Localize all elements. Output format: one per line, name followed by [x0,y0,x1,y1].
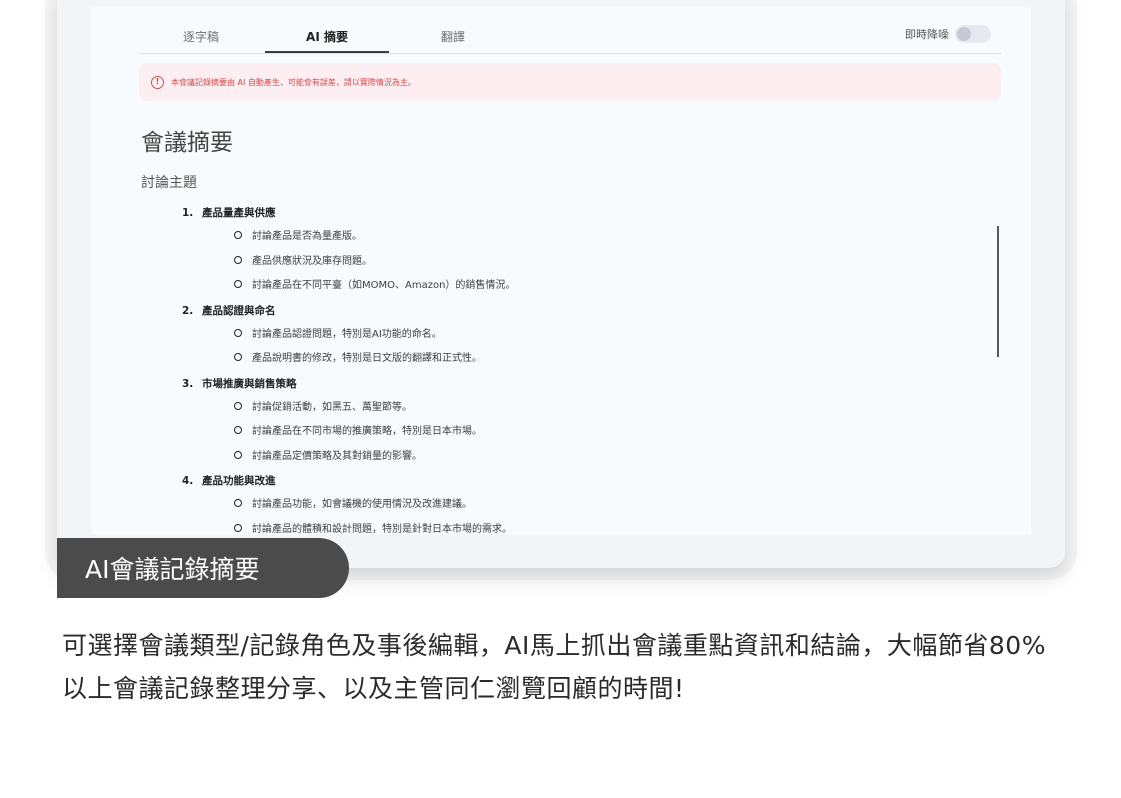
list-item: 產品供應狀況及庫存問題。 [182,250,942,275]
live-denoise-label: 即時降噪 [905,28,949,41]
list-item: 討論產品定價策略及其對銷量的影響。 [182,445,942,470]
bullet-icon [234,231,242,239]
list-item: 討論產品的體積和設計問題，特別是針對日本市場的需求。 [182,518,942,536]
list-item: 討論產品在不同市場的推廣策略，特別是日本市場。 [182,420,942,445]
bullet-icon [234,328,242,337]
feature-description: 可選擇會議類型/記錄角色及事後編輯，AI馬上抓出會議重點資訊和結論，大幅節省80… [62,631,1046,703]
topic-heading: 3. 市場推廣與銷售策略 [182,377,297,390]
tab-ai-summary[interactable]: AI 摘要 [265,28,389,45]
bullet-icon [234,450,242,459]
topic-heading: 1. 產品量產與供應 [182,207,276,219]
bullet-icon [234,499,242,507]
app-screen: 逐字稿 AI 摘要 翻譯 即時降噪 ! 本會議記錄摘要由 AI 自動產生，可能會… [91,6,1031,535]
tab-bar: 逐字稿 AI 摘要 翻譯 即時降噪 [139,6,1001,54]
summary-title: 會議摘要 [141,130,233,156]
section-label: 討論主題 [141,175,197,191]
bullet-icon [234,523,242,532]
promo-stage: 逐字稿 AI 摘要 翻譯 即時降噪 ! 本會議記錄摘要由 AI 自動產生，可能會… [0,0,1121,798]
exclamation-circle-icon: ! [151,75,164,89]
toggle-knob [957,27,971,41]
scrollbar[interactable] [997,226,999,357]
tab-transcript[interactable]: 逐字稿 [139,28,263,45]
topic-list: 1. 產品量產與供應 討論產品是否為量產版。 產品供應狀況及庫存問題。 討論產品在… [182,201,942,535]
live-denoise-toggle[interactable] [955,25,991,43]
bullet-icon [234,426,242,434]
topic-heading: 2. 產品認證與命名 [182,304,276,317]
tab-translate[interactable]: 翻譯 [391,28,515,45]
ai-disclaimer-notice: ! 本會議記錄摘要由 AI 自動產生，可能會有誤差，請以實際情況為主。 [139,63,1001,101]
list-item: 討論產品在不同平臺（如MOMO、Amazon）的銷售情況。 [182,274,942,299]
bullet-icon [234,353,242,361]
notice-text: 本會議記錄摘要由 AI 自動產生，可能會有誤差，請以實際情況為主。 [171,77,416,87]
bullet-icon [234,255,242,264]
list-item: 討論產品認證問題，特別是AI功能的命名。 [182,323,942,348]
list-item: 討論產品功能，如會議機的使用情況及改進建議。 [182,493,942,518]
topic-heading: 4. 產品功能與改進 [182,475,276,487]
list-item: 討論產品是否為量產版。 [182,225,942,250]
bullet-icon [234,401,242,410]
live-denoise-control: 即時降噪 [905,25,991,43]
feature-badge: AI會議記錄摘要 [57,538,349,598]
list-item: 產品說明書的修改，特別是日文版的翻譯和正式性。 [182,347,942,372]
active-tab-indicator [265,51,389,53]
list-item: 討論促銷活動，如黑五、萬聖節等。 [182,396,942,421]
bullet-icon [234,280,242,288]
